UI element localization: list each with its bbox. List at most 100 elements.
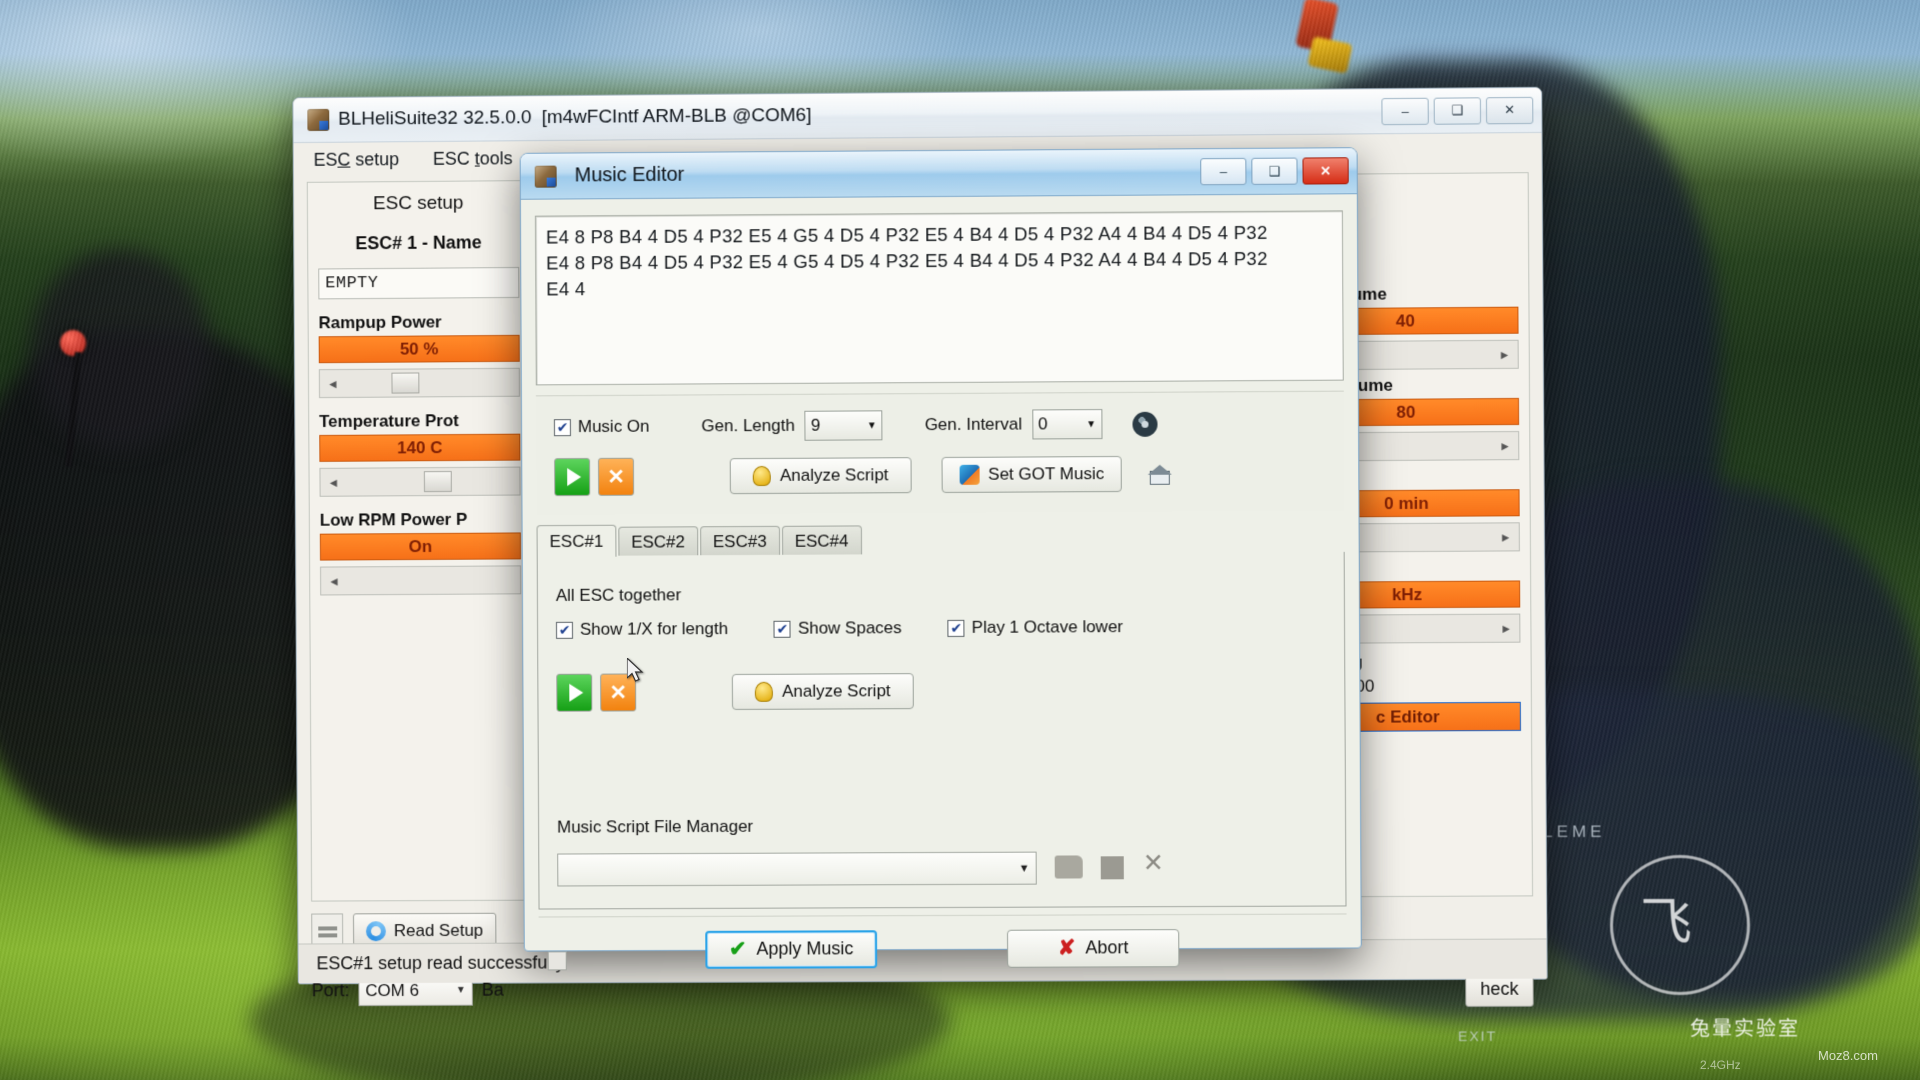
- got-music-icon: [959, 464, 980, 485]
- abort-button[interactable]: ✘ Abort: [1007, 928, 1180, 968]
- folder-open-icon[interactable]: [1054, 855, 1083, 879]
- temperature-prot-group: Temperature Prot 140 C ◄: [319, 411, 521, 497]
- generator-panel: Music On Gen. Length 9 ▼ Gen. Interval 0…: [535, 390, 1345, 516]
- analyze-script-all-label: Analyze Script: [781, 681, 891, 701]
- close-button[interactable]: ✕: [1485, 96, 1534, 124]
- analyze-script-label: Analyze Script: [779, 465, 889, 485]
- tab-esc2[interactable]: ESC#2: [618, 526, 699, 557]
- house-icon[interactable]: [1148, 463, 1173, 485]
- low-rpm-power-value: On: [319, 532, 521, 561]
- music-editor-titlebar[interactable]: Music Editor – ❑ ✕: [520, 148, 1357, 200]
- rampup-power-value: 50 %: [318, 334, 520, 364]
- script-line: E4 4: [546, 278, 586, 300]
- slider-left-arrow-icon[interactable]: ◄: [321, 574, 347, 588]
- show-spaces-checkbox[interactable]: [773, 620, 791, 638]
- menu-esc-setup[interactable]: ESC setup: [314, 149, 400, 171]
- rampup-power-slider[interactable]: ◄: [318, 367, 520, 399]
- low-rpm-power-group: Low RPM Power P On ◄: [319, 509, 522, 596]
- chevron-down-icon: ▼: [866, 419, 877, 431]
- gen-length-label: Gen. Length: [701, 415, 795, 436]
- play-button[interactable]: [556, 673, 593, 712]
- menu-esc-tools[interactable]: ESC tools: [433, 148, 513, 170]
- watermark-url: Moz8.com: [1818, 1048, 1878, 1063]
- lens-blur: [30, 250, 210, 450]
- rampup-power-label: Rampup Power: [318, 312, 442, 333]
- close-button[interactable]: ✕: [1302, 157, 1349, 185]
- analyze-script-button-all[interactable]: Analyze Script: [731, 673, 914, 710]
- music-script-file-manager-label: Music Script File Manager: [557, 816, 754, 837]
- bulb-icon: [754, 681, 774, 702]
- fpv-antenna-icon: [60, 330, 86, 356]
- esc-name-field[interactable]: EMPTY: [318, 266, 520, 300]
- temperature-prot-label: Temperature Prot: [319, 411, 459, 431]
- disc-icon[interactable]: [1132, 411, 1158, 437]
- chevron-down-icon: ▼: [455, 984, 466, 996]
- script-line: E4 8 P8 B4 4 D5 4 P32 E5 4 G5 4 D5 4 P32…: [546, 247, 1268, 274]
- maximize-button[interactable]: ❑: [1251, 157, 1298, 185]
- slider-thumb[interactable]: [423, 471, 452, 493]
- music-editor-body: E4 8 P8 B4 4 D5 4 P32 E5 4 G5 4 D5 4 P32…: [521, 194, 1361, 983]
- read-setup-label: Read Setup: [393, 920, 484, 941]
- save-icon[interactable]: [1100, 856, 1124, 880]
- gen-interval-value: 0: [1038, 414, 1048, 434]
- blhelisuite-icon: [307, 108, 330, 131]
- show-1x-for-length-label: Show 1/X for length: [579, 619, 729, 639]
- play-button[interactable]: [554, 457, 591, 497]
- set-got-music-label: Set GOT Music: [988, 464, 1105, 484]
- watermark-chinese: 兔暈实验室: [1690, 1018, 1800, 1040]
- refresh-icon: [365, 921, 386, 942]
- music-on-label: Music On: [577, 416, 650, 437]
- music-on-checkbox[interactable]: [553, 418, 571, 436]
- temperature-prot-value: 140 C: [319, 433, 521, 462]
- music-script-file-combo[interactable]: ▼: [557, 851, 1037, 887]
- tab-esc4[interactable]: ESC#4: [781, 525, 862, 556]
- watermark-frequency: 2.4GHz: [1700, 1058, 1741, 1072]
- apply-music-button[interactable]: ✔ Apply Music: [705, 929, 878, 969]
- esc-tab-page: All ESC together Show 1/X for length Sho…: [536, 551, 1347, 910]
- analyze-script-button[interactable]: Analyze Script: [729, 457, 912, 495]
- gen-interval-combo[interactable]: 0 ▼: [1031, 409, 1103, 440]
- slider-right-arrow-icon[interactable]: ►: [1492, 439, 1518, 453]
- delete-icon[interactable]: ✕: [1143, 848, 1164, 878]
- abort-label: Abort: [1085, 937, 1129, 958]
- main-title-suffix: [m4wFCIntf ARM-BLB @COM6]: [541, 104, 812, 129]
- tab-esc1[interactable]: ESC#1: [536, 524, 617, 558]
- gen-length-combo[interactable]: 9 ▼: [804, 410, 883, 441]
- slider-right-arrow-icon[interactable]: ►: [1492, 347, 1518, 361]
- play-1-octave-lower-checkbox[interactable]: [947, 619, 965, 637]
- chevron-down-icon: ▼: [1086, 418, 1097, 430]
- slider-thumb[interactable]: [391, 372, 420, 394]
- rampup-power-group: Rampup Power 50 % ◄: [318, 312, 520, 399]
- gen-interval-label: Gen. Interval: [924, 414, 1023, 435]
- music-script-textarea[interactable]: E4 8 P8 B4 4 D5 4 P32 E5 4 G5 4 D5 4 P32…: [534, 210, 1344, 386]
- minimize-button[interactable]: –: [1200, 157, 1247, 186]
- stop-button[interactable]: ✕: [597, 457, 635, 496]
- maximize-button[interactable]: ❑: [1433, 96, 1482, 125]
- slider-left-arrow-icon[interactable]: ◄: [320, 376, 346, 391]
- esc-name-label: ESC# 1 - Name: [355, 232, 482, 254]
- music-editor-dialog: Music Editor – ❑ ✕ E4 8 P8 B4 4 D5 4 P32…: [519, 147, 1362, 983]
- temperature-prot-slider[interactable]: ◄: [319, 466, 521, 497]
- baud-label: Ba: [481, 979, 504, 1000]
- footer-small-checkbox[interactable]: [547, 951, 567, 971]
- yellow-connector: [1307, 36, 1353, 74]
- low-rpm-power-slider[interactable]: ◄: [320, 565, 522, 596]
- esc-setup-panel: ESC setup ESC# 1 - Name EMPTY Rampup Pow…: [306, 180, 534, 902]
- tab-esc3[interactable]: ESC#3: [699, 525, 780, 557]
- exit-print-label: EXIT: [1458, 1028, 1498, 1044]
- show-1x-for-length-checkbox[interactable]: [555, 621, 574, 639]
- slider-left-arrow-icon[interactable]: ◄: [320, 475, 346, 489]
- minimize-button[interactable]: –: [1381, 97, 1429, 125]
- gen-length-value: 9: [810, 415, 821, 435]
- watermark-circle-icon: [1610, 855, 1750, 995]
- set-got-music-button[interactable]: Set GOT Music: [941, 455, 1122, 493]
- play-1-octave-lower-label: Play 1 Octave lower: [971, 617, 1124, 637]
- slider-right-arrow-icon[interactable]: ►: [1493, 621, 1519, 635]
- x-icon: ✘: [1057, 936, 1076, 960]
- slider-right-arrow-icon[interactable]: ►: [1493, 530, 1519, 544]
- music-editor-footer: ✔ Apply Music ✘ Abort: [538, 913, 1347, 983]
- port-value: COM 6: [365, 980, 419, 1000]
- esc-setup-panel-title: ESC setup: [373, 192, 464, 215]
- all-esc-together-label: All ESC together: [555, 585, 682, 605]
- check-icon: ✔: [728, 937, 747, 961]
